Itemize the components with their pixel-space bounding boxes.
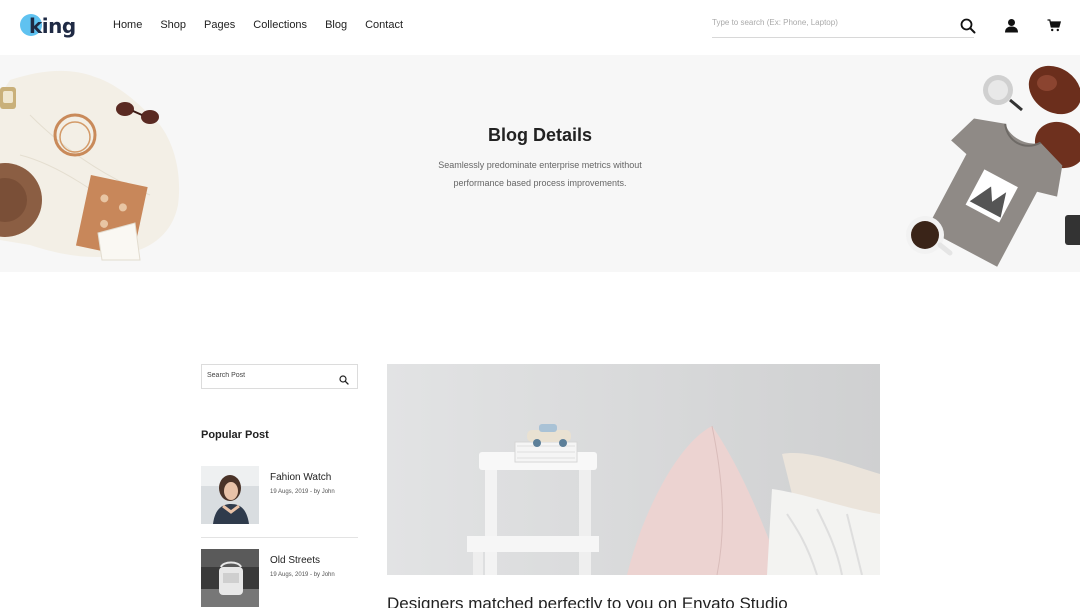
popular-post-title[interactable]: Fahion Watch bbox=[270, 472, 331, 483]
popular-post-meta: 19 Augs, 2019 - by John bbox=[270, 572, 335, 578]
post-search-input[interactable] bbox=[207, 372, 327, 379]
search-icon[interactable] bbox=[960, 18, 976, 34]
logo-text: king bbox=[29, 14, 76, 38]
nav-shop[interactable]: Shop bbox=[160, 19, 186, 31]
hero-left-image bbox=[0, 55, 190, 272]
popular-post-meta: 19 Augs, 2019 - by John bbox=[270, 489, 335, 495]
popular-post-item[interactable]: Fahion Watch 19 Augs, 2019 - by John bbox=[201, 466, 358, 526]
article-featured-image bbox=[387, 364, 880, 575]
nav-blog[interactable]: Blog bbox=[325, 19, 347, 31]
popular-post-thumbnail[interactable] bbox=[201, 466, 259, 524]
nav-collections[interactable]: Collections bbox=[253, 19, 307, 31]
page-hero: Blog Details Seamlessly predominate ente… bbox=[0, 55, 1080, 272]
hero-right-image bbox=[895, 55, 1080, 272]
subtitle-line-1: Seamlessly predominate enterprise metric… bbox=[438, 160, 642, 170]
logo[interactable]: king bbox=[20, 12, 80, 40]
popular-post-title[interactable]: Old Streets bbox=[270, 555, 320, 566]
popular-post-item[interactable]: Old Streets 19 Augs, 2019 - by John bbox=[201, 549, 358, 608]
user-icon[interactable] bbox=[1004, 18, 1019, 33]
site-header: king Home Shop Pages Collections Blog Co… bbox=[0, 0, 1080, 55]
page-subtitle: Seamlessly predominate enterprise metric… bbox=[420, 156, 660, 192]
header-search bbox=[712, 14, 974, 38]
cart-icon[interactable] bbox=[1047, 19, 1062, 32]
nav-contact[interactable]: Contact bbox=[365, 19, 403, 31]
header-search-input[interactable] bbox=[712, 18, 952, 27]
divider bbox=[201, 537, 358, 538]
main-nav: Home Shop Pages Collections Blog Contact bbox=[113, 19, 421, 31]
article-title: Designers matched perfectly to you on En… bbox=[387, 594, 788, 608]
post-search-box bbox=[201, 364, 358, 389]
nav-home[interactable]: Home bbox=[113, 19, 142, 31]
nav-pages[interactable]: Pages bbox=[204, 19, 235, 31]
subtitle-line-2: performance based process improvements. bbox=[453, 178, 627, 188]
popular-post-thumbnail[interactable] bbox=[201, 549, 259, 607]
search-icon[interactable] bbox=[339, 372, 349, 385]
popular-post-heading: Popular Post bbox=[201, 429, 269, 441]
